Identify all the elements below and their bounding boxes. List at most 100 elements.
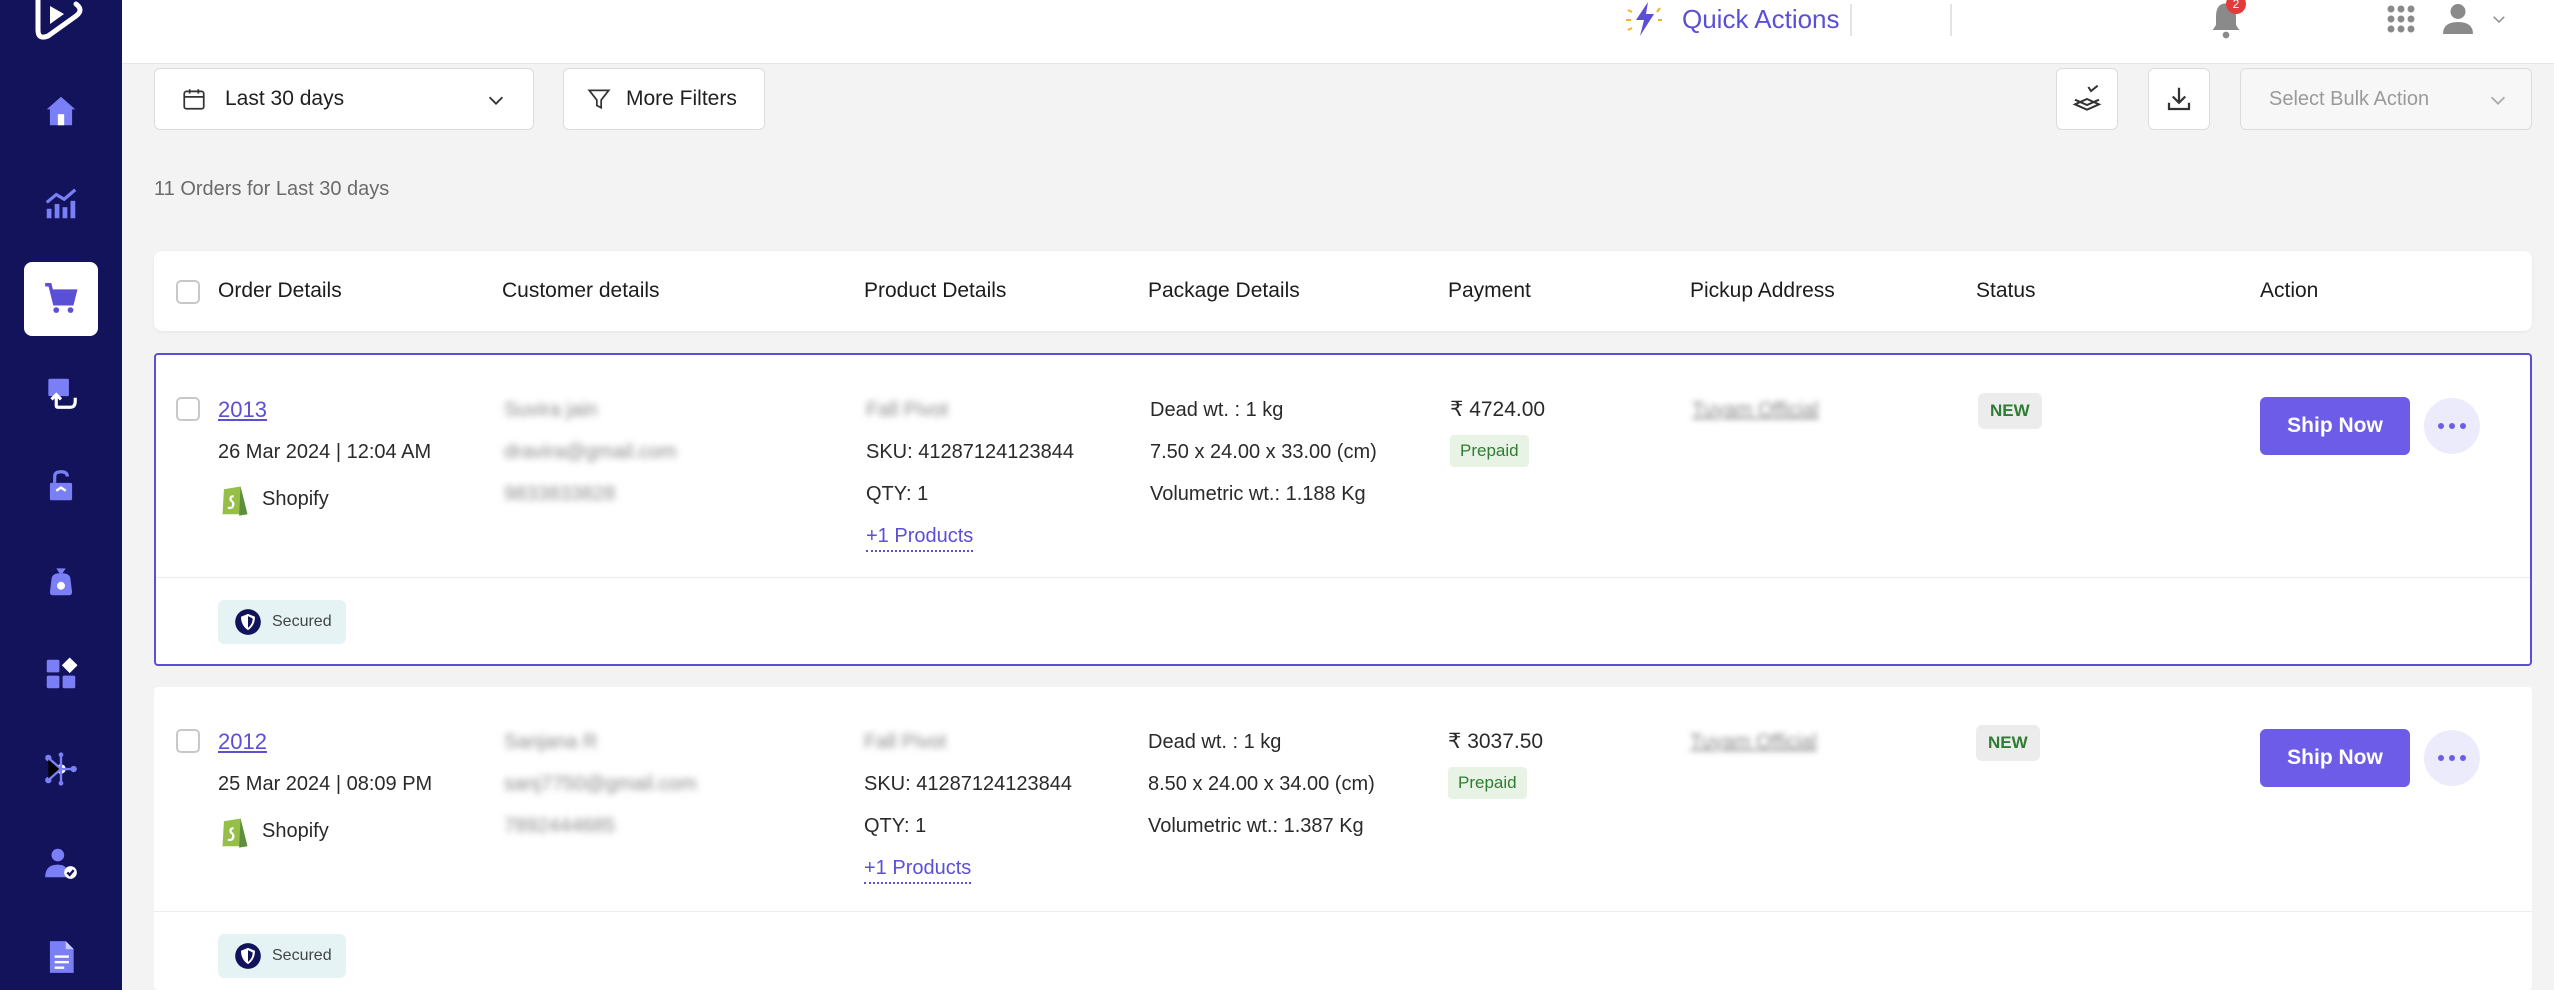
row-checkbox[interactable] <box>176 397 200 421</box>
divider <box>1850 4 1852 36</box>
customer-name: Sanjana R <box>504 731 598 753</box>
secured-badge: Secured <box>218 934 346 978</box>
product-qty: QTY: 1 <box>864 815 927 837</box>
app-logo[interactable] <box>32 0 88 44</box>
unlock-icon <box>49 470 73 501</box>
sidebar-item-integrations[interactable] <box>24 732 98 806</box>
download-icon <box>2167 87 2191 111</box>
customer-phone: 9833833828 <box>504 483 616 505</box>
customer-email: sanj7750@gmail.com <box>504 773 697 795</box>
more-products-link[interactable]: +1 Products <box>866 525 974 552</box>
channel-name: Shopify <box>262 819 329 842</box>
status-badge: NEW <box>1978 393 2042 429</box>
dimensions: 7.50 x 24.00 x 33.00 (cm) <box>1150 441 1377 463</box>
sidebar-item-users[interactable] <box>24 826 98 900</box>
secured-label: Secured <box>272 613 332 630</box>
order-id-link[interactable]: 2013 <box>218 397 267 423</box>
sidebar-item-wallet[interactable] <box>24 544 98 618</box>
dead-weight: Dead wt. : 1 kg <box>1150 399 1284 421</box>
pickup-address[interactable]: Tuyam Official <box>1692 399 1819 422</box>
col-order-details: Order Details <box>218 279 342 302</box>
layers-button[interactable] <box>2056 68 2118 130</box>
payment-type-badge: Prepaid <box>1448 767 1527 799</box>
shopify-icon <box>222 486 248 516</box>
filter-icon <box>587 89 611 110</box>
select-all-checkbox[interactable] <box>176 280 200 304</box>
home-icon <box>46 96 76 126</box>
customer-name: Suvira jain <box>504 399 598 421</box>
sidebar-item-analytics[interactable] <box>24 167 98 241</box>
table-row[interactable]: 2013 26 Mar 2024 | 12:04 AM Shopify Suvi… <box>154 353 2532 666</box>
divider <box>1950 4 1952 36</box>
channel: Shopify <box>218 481 329 517</box>
pickup-address[interactable]: Tuyam Official <box>1690 731 1817 754</box>
table-header: Order Details Customer details Product D… <box>154 251 2532 331</box>
top-bar: Quick Actions <box>122 0 2554 64</box>
apps-icon <box>46 657 78 689</box>
integrations-icon <box>45 752 77 786</box>
sidebar-item-unlock[interactable] <box>24 449 98 523</box>
channel-name: Shopify <box>262 487 329 510</box>
quick-actions-label[interactable]: Quick Actions <box>1682 4 1840 35</box>
customer-phone: 7892444685 <box>504 815 616 837</box>
sidebar <box>0 0 122 990</box>
more-filters-label: More Filters <box>626 87 737 110</box>
product-qty: QTY: 1 <box>866 483 929 505</box>
more-actions-button[interactable] <box>2424 398 2480 454</box>
product-name: Fall Pivot <box>864 731 947 753</box>
chevron-down-icon[interactable] <box>2490 10 2508 28</box>
more-actions-button[interactable] <box>2424 730 2480 786</box>
ship-now-button[interactable]: Ship Now <box>2260 729 2410 787</box>
sidebar-item-home[interactable] <box>24 74 98 148</box>
bulk-action-placeholder: Select Bulk Action <box>2269 87 2430 110</box>
ship-now-button[interactable]: Ship Now <box>2260 397 2410 455</box>
order-datetime: 26 Mar 2024 | 12:04 AM <box>218 441 432 463</box>
product-sku: SKU: 41287124123844 <box>864 773 1072 795</box>
volumetric-weight: Volumetric wt.: 1.387 Kg <box>1148 815 1364 837</box>
channel: Shopify <box>218 813 329 849</box>
more-filters-button[interactable]: More Filters <box>563 68 765 130</box>
calendar-icon <box>183 89 205 110</box>
sidebar-item-documents[interactable] <box>24 920 98 990</box>
status-badge: NEW <box>1976 725 2040 761</box>
chevron-down-icon <box>488 96 504 105</box>
secured-badge: Secured <box>218 600 346 644</box>
product-name: Fall Pivot <box>866 399 949 421</box>
order-id-link[interactable]: 2012 <box>218 729 267 755</box>
payment-type-badge: Prepaid <box>1450 435 1529 467</box>
payment-amount: ₹ 4724.00 <box>1450 398 1546 421</box>
more-products-link[interactable]: +1 Products <box>864 857 972 884</box>
lightning-icon <box>1626 2 1662 36</box>
dimensions: 8.50 x 24.00 x 34.00 (cm) <box>1148 773 1375 795</box>
user-check-icon <box>45 848 77 879</box>
col-customer-details: Customer details <box>502 279 660 302</box>
table-row[interactable]: 2012 25 Mar 2024 | 08:09 PM Shopify Sanj… <box>154 687 2532 990</box>
dead-weight: Dead wt. : 1 kg <box>1148 731 1282 753</box>
row-checkbox[interactable] <box>176 729 200 753</box>
analytics-icon <box>45 188 77 219</box>
bulk-action-select[interactable]: Select Bulk Action <box>2240 68 2532 130</box>
cart-icon <box>45 283 78 313</box>
secured-label: Secured <box>272 947 332 964</box>
quick-actions[interactable]: Quick Actions <box>1622 0 1840 38</box>
date-range-select[interactable]: Last 30 days <box>154 68 534 130</box>
download-button[interactable] <box>2148 68 2210 130</box>
wallet-bag-icon <box>49 568 73 596</box>
col-action: Action <box>2260 279 2319 302</box>
layers-icon <box>2072 84 2102 111</box>
sidebar-item-apps[interactable] <box>24 637 98 711</box>
sidebar-item-orders[interactable] <box>24 262 98 336</box>
product-sku: SKU: 41287124123844 <box>866 441 1074 463</box>
orders-count: 11 Orders for Last 30 days <box>154 178 390 200</box>
user-avatar-icon[interactable] <box>2440 0 2476 38</box>
volumetric-weight: Volumetric wt.: 1.188 Kg <box>1150 483 1366 505</box>
customer-email: dravira@gmail.com <box>504 441 677 463</box>
returns-icon <box>48 378 77 409</box>
divider <box>156 577 2530 578</box>
grid-menu-icon[interactable] <box>2386 4 2416 34</box>
col-status: Status <box>1976 279 2036 302</box>
order-datetime: 25 Mar 2024 | 08:09 PM <box>218 773 433 795</box>
sidebar-item-returns[interactable] <box>24 356 98 430</box>
shield-icon <box>235 943 261 969</box>
shopify-icon <box>222 818 248 848</box>
